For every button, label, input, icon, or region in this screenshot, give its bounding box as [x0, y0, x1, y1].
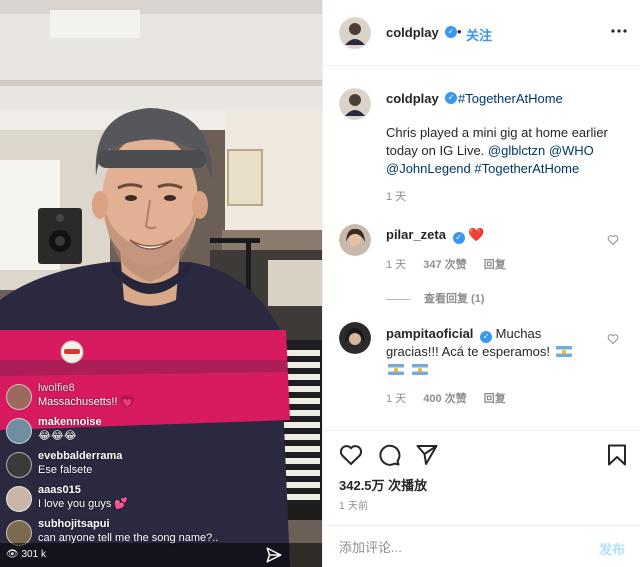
comment-input[interactable]	[339, 537, 569, 557]
live-comment-text: 😂😂😂	[38, 430, 77, 442]
comment-body: gracias!!! Acá te esperamos!	[386, 344, 551, 359]
avatar[interactable]	[6, 418, 32, 444]
verified-badge-icon: ✓	[480, 331, 493, 343]
view-replies-button[interactable]: 查看回复 (1)	[386, 290, 485, 306]
live-comment: lwolfie8 Massachusetts!! 💗	[6, 381, 246, 415]
comment-like-count[interactable]: 400 次赞	[423, 393, 466, 405]
verified-badge-icon: ✓	[445, 92, 457, 104]
live-comment: makennoise 😂😂😂	[6, 415, 246, 449]
more-options-icon[interactable]	[610, 22, 628, 40]
post-side-panel: coldplay ✓ • 关注 coldplay ✓ #TogetherAtHo…	[322, 0, 640, 567]
post-comment-button[interactable]: 发布	[599, 539, 625, 558]
argentina-flag-icon	[555, 346, 572, 357]
caption-text: Chris played a mini gig at home earlier …	[386, 124, 626, 178]
live-comment: evebbalderrama Ese falsete	[6, 449, 246, 483]
separator-dot: •	[457, 24, 462, 39]
post-timestamp: 1 天前	[339, 501, 369, 512]
argentina-flag-icon	[388, 364, 404, 375]
comment-timestamp: 1 天	[386, 259, 407, 271]
avatar[interactable]	[339, 224, 371, 256]
comment-timestamp: 1 天	[386, 393, 407, 405]
live-comment-user[interactable]: subhojitsapui	[38, 517, 246, 531]
hashtag-link[interactable]: #TogetherAtHome	[458, 91, 563, 106]
comment-username[interactable]: pilar_zeta	[386, 227, 446, 242]
avatar[interactable]	[339, 17, 371, 49]
heart-icon[interactable]	[607, 234, 619, 246]
verified-badge-icon: ✓	[445, 26, 457, 38]
live-comment-text: I love you guys 💕	[38, 498, 129, 510]
comment-body: Muchas	[495, 326, 542, 341]
avatar[interactable]	[6, 486, 32, 512]
live-comment-user[interactable]: lwolfie8	[38, 381, 246, 395]
reply-button[interactable]: 回复	[484, 393, 506, 405]
live-comment-feed: lwolfie8 Massachusetts!! 💗 makennoise 😂😂…	[6, 381, 246, 551]
comment-body: ❤️	[468, 227, 485, 242]
comment-meta: 1 天 347 次赞 回复	[386, 256, 520, 272]
share-icon[interactable]	[415, 443, 439, 467]
post-header: coldplay ✓ • 关注	[323, 0, 640, 66]
view-replies-label: 查看回复 (1)	[424, 293, 485, 305]
avatar[interactable]	[339, 88, 371, 120]
reply-button[interactable]: 回复	[484, 259, 506, 271]
viewer-count-value: 301 k	[21, 549, 46, 560]
send-icon[interactable]	[264, 546, 284, 564]
live-comment: aaas015 I love you guys 💕	[6, 483, 246, 517]
live-comment-user[interactable]: evebbalderrama	[38, 449, 246, 463]
caption-username[interactable]: coldplay	[386, 91, 439, 106]
verified-badge-icon: ✓	[452, 232, 465, 244]
bookmark-icon[interactable]	[605, 443, 629, 467]
comment-icon[interactable]	[377, 443, 401, 467]
avatar[interactable]	[6, 384, 32, 410]
live-comment-user[interactable]: makennoise	[38, 415, 246, 429]
heart-icon[interactable]	[607, 333, 619, 345]
live-controls-bar: 👁 301 k	[0, 543, 322, 567]
mention-link[interactable]: @WHO	[549, 143, 594, 158]
mention-link[interactable]: @glblctzn	[488, 143, 545, 158]
comment-text: pampitaoficial ✓ Muchas gracias!!! Acá t…	[386, 325, 596, 379]
viewer-count: 👁 301 k	[6, 549, 46, 560]
live-comment-text: Ese falsete	[38, 464, 93, 476]
eye-icon: 👁	[6, 549, 19, 560]
comment-meta: 1 天 400 次赞 回复	[386, 390, 520, 406]
comment-username[interactable]: pampitaoficial	[386, 326, 473, 341]
post-username[interactable]: coldplay	[386, 25, 439, 40]
caption-timestamp: 1 天	[386, 191, 407, 203]
comment-like-count[interactable]: 347 次赞	[423, 259, 466, 271]
comment-text: pilar_zeta ✓ ❤️	[386, 226, 596, 244]
argentina-flag-icon	[411, 364, 428, 375]
mention-link[interactable]: @JohnLegend	[386, 161, 471, 176]
live-video-frame[interactable]: lwolfie8 Massachusetts!! 💗 makennoise 😂😂…	[0, 0, 322, 567]
heart-icon[interactable]	[339, 443, 363, 467]
avatar[interactable]	[339, 322, 371, 354]
post-actions: 342.5万 次播放 1 天前 发布	[323, 430, 640, 567]
view-count[interactable]: 342.5万 次播放	[339, 475, 427, 494]
avatar[interactable]	[6, 452, 32, 478]
divider	[386, 298, 410, 300]
add-comment-bar: 发布	[323, 525, 640, 567]
live-comment-user[interactable]: aaas015	[38, 483, 246, 497]
live-comment-text: Massachusetts!! 💗	[38, 396, 135, 408]
hashtag-link[interactable]: #TogetherAtHome	[474, 161, 579, 176]
follow-button[interactable]: 关注	[466, 25, 492, 44]
